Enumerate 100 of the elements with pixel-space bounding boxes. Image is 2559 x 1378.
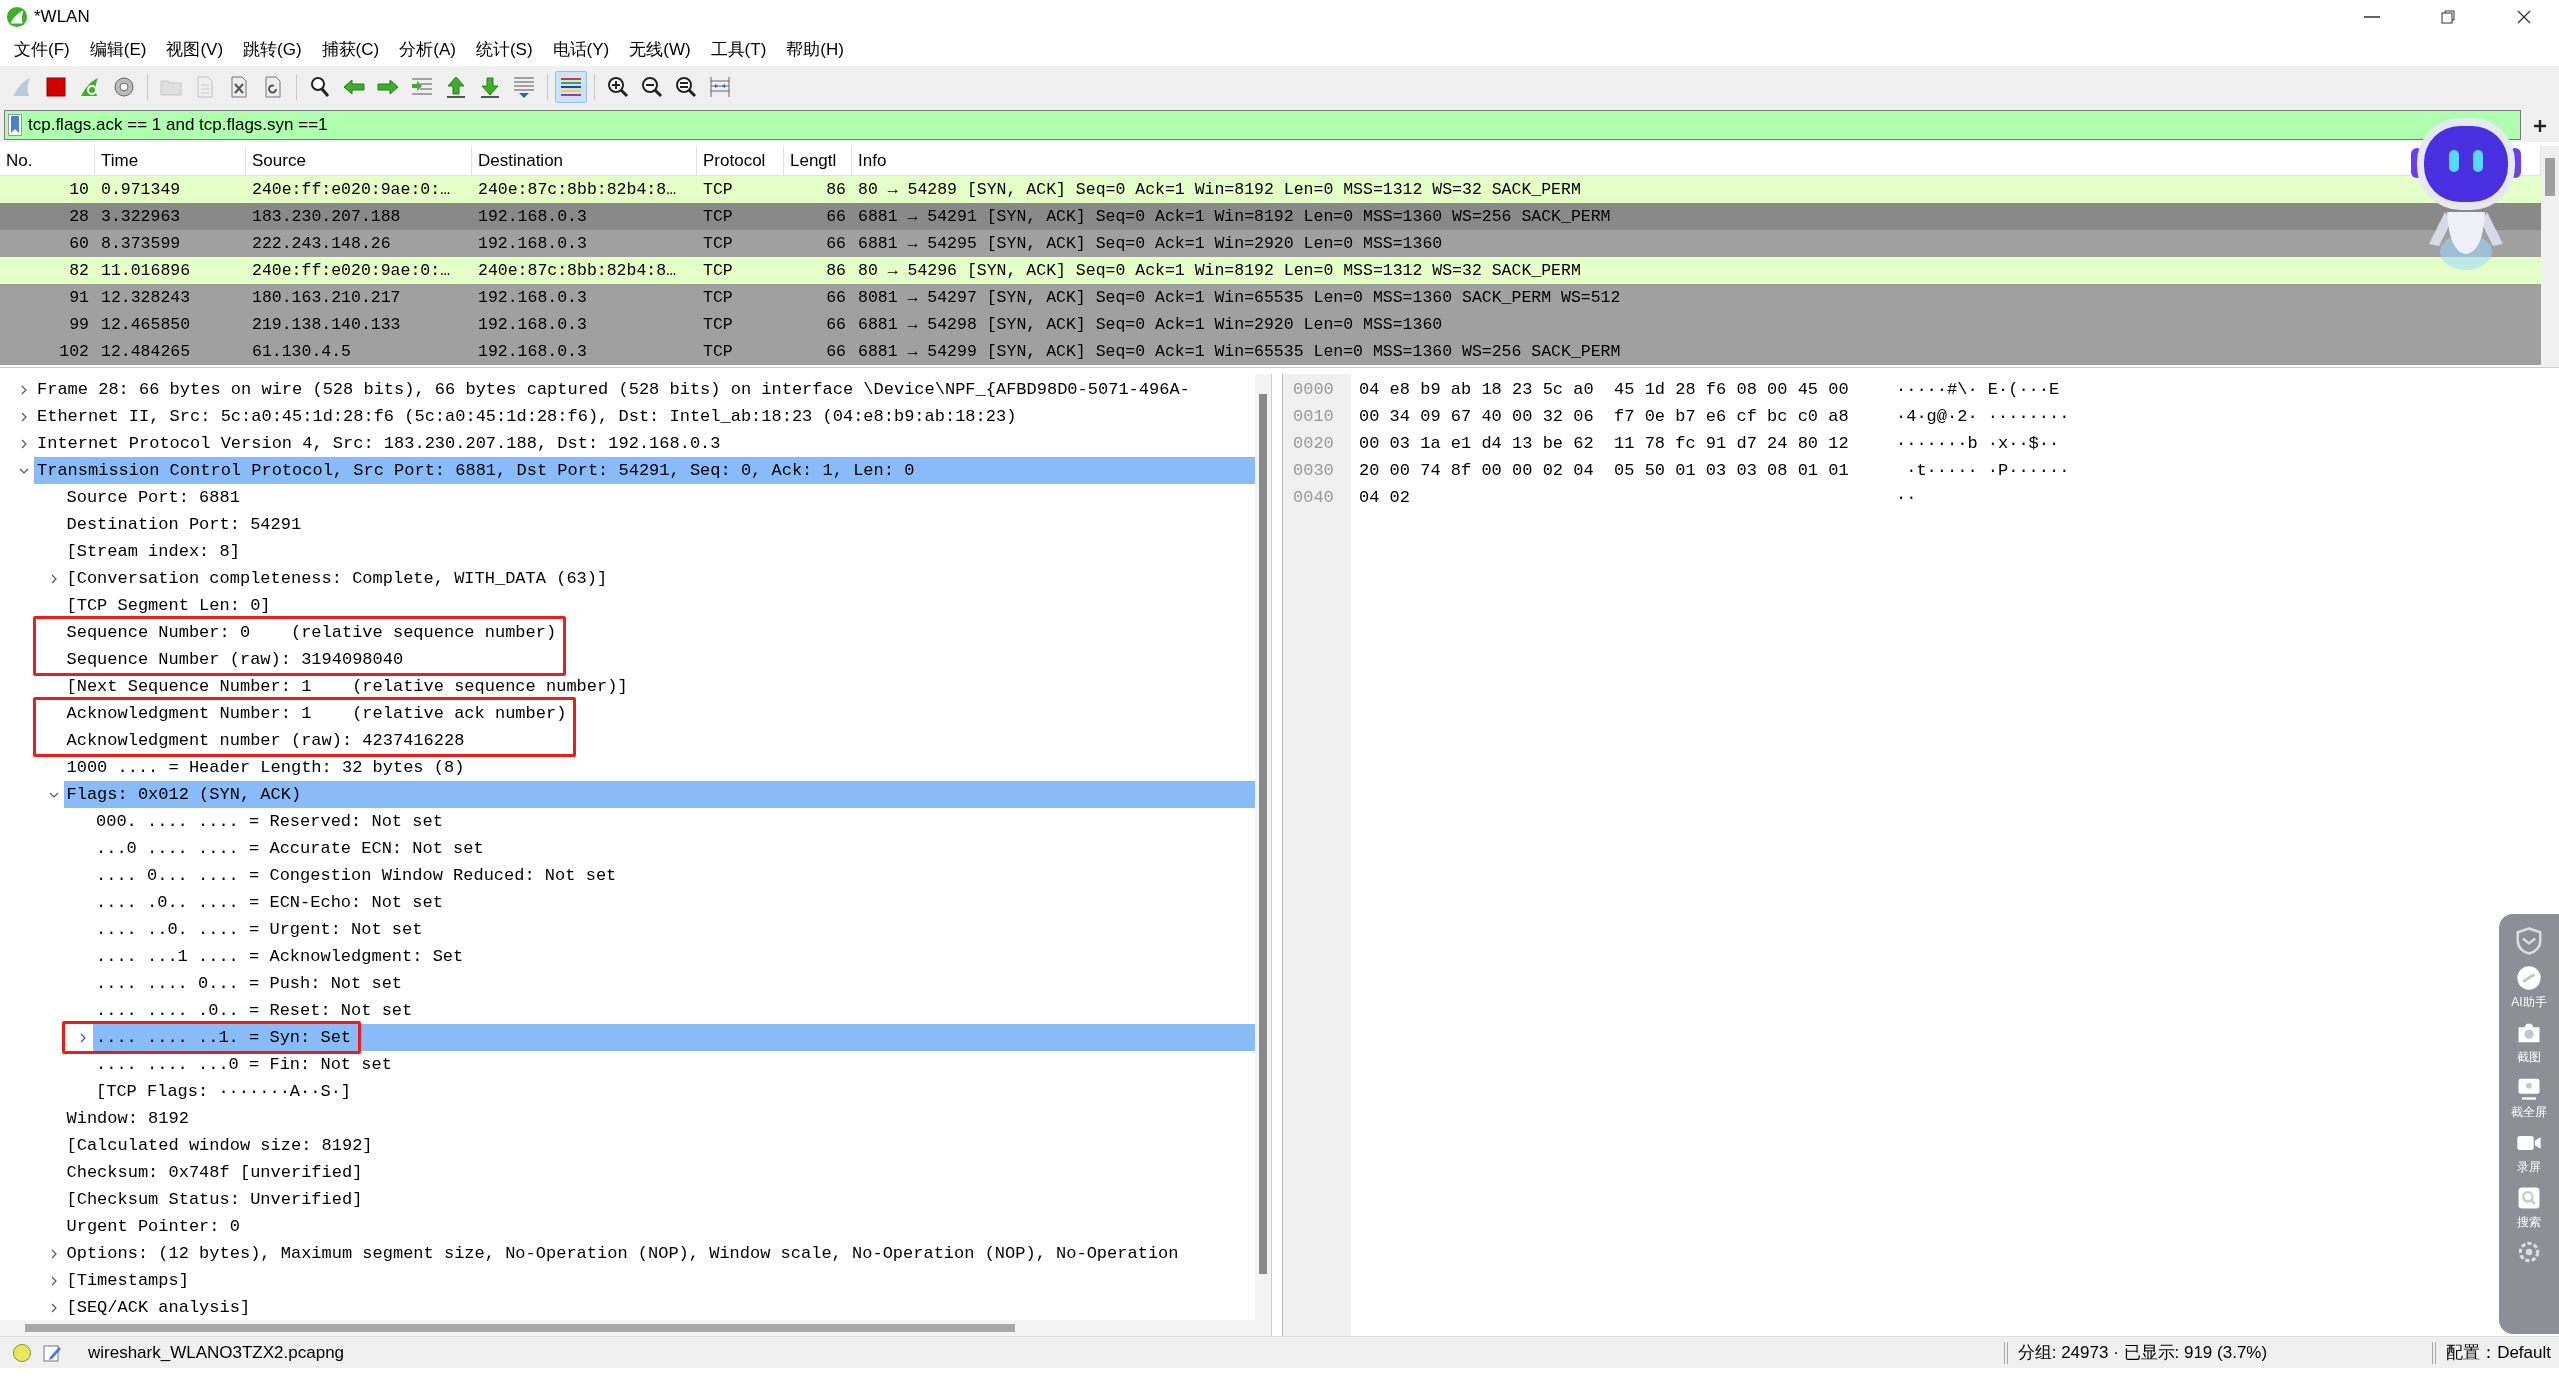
- tree-item[interactable]: Flags: 0x012 (SYN, ACK): [63, 781, 1255, 808]
- scrollbar[interactable]: [0, 1320, 1271, 1336]
- table-cell-text: 222.243.148.26: [251, 233, 392, 255]
- tree-item[interactable]: Ethernet II, Src: 5c:a0:45:1d:28:f6 (5c:a0:45:1d:28:f6), Dst: Intel_ab:18:23 (04:e8:b9:ab:18:23): [34, 403, 1255, 430]
- tree-item[interactable]: Source Port: 6881: [63, 484, 1255, 511]
- table-cell-text: 66: [825, 341, 847, 363]
- table-cell-text: 80 → 54289 [SYN, ACK] Seq=0 Ack=1 Win=8192 Len=0 MSS=1312 WS=32 SACK_PERM: [857, 179, 1582, 201]
- tree-item[interactable]: .... .... 0... = Push: Not set: [93, 970, 1255, 997]
- edit-icon[interactable]: [42, 1342, 62, 1363]
- tree-item[interactable]: Urgent Pointer: 0: [63, 1213, 1255, 1240]
- tree-item[interactable]: [Next Sequence Number: 1 (relative sequence number)]: [63, 673, 1255, 700]
- down-arrow-icon: [478, 75, 502, 99]
- tree-item[interactable]: .... ..0. .... = Urgent: Not set: [93, 916, 1255, 943]
- tree-item[interactable]: ...0 .... .... = Accurate ECN: Not set: [93, 835, 1255, 862]
- toolbar-button[interactable]: [555, 71, 587, 103]
- table-cell-text: 183.230.207.188: [251, 206, 402, 228]
- zoom-in-icon: [606, 75, 630, 99]
- packet-row[interactable]: 91 12.328243 180.163.210.217 192.168.0.3 TCP 66 8081 → 54297 [SYN, ACK] Seq=0 Ack=1 Win=65535 Len=0 MSS=1360 SACK_PERM WS=512: [0, 284, 2541, 311]
- ascii-text: ·4·g@·2· ········: [1896, 406, 2070, 428]
- tree-item[interactable]: Checksum: 0x748f [unverified]: [63, 1159, 1255, 1186]
- tree-item[interactable]: Frame 28: 66 bytes on wire (528 bits), 66 bytes captured (528 bits) on interface \Device\NPF_{AFBD98D0-5071-496A-: [34, 376, 1255, 403]
- tree-item[interactable]: Destination Port: 54291: [63, 511, 1255, 538]
- menu-item[interactable]: 跳转(G): [233, 34, 312, 65]
- packet-row[interactable]: 10 0.971349 240e:ff:e020:9ae:0:… 240e:87c:8bb:82b4:8… TCP 86 80 → 54289 [SYN, ACK] Seq=0 Ack=1 Win=8192 Len=0 MSS=1312 WS=32 SACK_PERM: [0, 176, 2541, 203]
- ascii-text: ·t····· ·P······: [1905, 460, 2070, 482]
- table-cell-text: 240e:ff:e020:9ae:0:…: [251, 260, 452, 282]
- bookmark-icon: [8, 114, 22, 136]
- tree-item[interactable]: [Stream index: 8]: [63, 538, 1255, 565]
- table-cell-text: 86: [825, 260, 847, 282]
- tree-item[interactable]: Sequence Number (raw): 3194098040: [63, 646, 1255, 673]
- hex-bytes: 20 00 74 8f 00 00 02 04 05 50 01 03 03 08 01 01: [1358, 460, 1850, 482]
- table-cell-text: 0.971349: [100, 179, 182, 201]
- menu-item[interactable]: 分析(A): [389, 34, 466, 65]
- tree-item[interactable]: Acknowledgment number (raw): 4237416228: [63, 727, 1255, 754]
- menu-item[interactable]: 捕获(C): [311, 34, 390, 65]
- ascii-text: ··: [1896, 487, 1917, 509]
- tree-item[interactable]: [Checksum Status: Unverified]: [63, 1186, 1255, 1213]
- scrollbar[interactable]: [1255, 374, 1271, 1320]
- table-cell-text: 11.016896: [100, 260, 192, 282]
- tree-item[interactable]: .... .... ..1. = Syn: Set: [93, 1024, 1255, 1051]
- table-cell-text: 12.484265: [100, 341, 192, 363]
- tree-item[interactable]: .... .... ...0 = Fin: Not set: [93, 1051, 1255, 1078]
- minimize-icon: [2364, 15, 2380, 18]
- table-cell-text: TCP: [702, 206, 734, 228]
- table-cell-text: 60: [68, 233, 90, 255]
- packet-row[interactable]: 102 12.484265 61.130.4.5 192.168.0.3 TCP 66 6881 → 54299 [SYN, ACK] Seq=0 Ack=1 Win=65535 Len=0 MSS=1360 WS=256 SACK_PERM: [0, 338, 2541, 365]
- packet-row[interactable]: 28 3.322963 183.230.207.188 192.168.0.3 TCP 66 6881 → 54291 [SYN, ACK] Seq=0 Ack=1 Win=8192 Len=0 MSS=1360 WS=256 SACK_PERM: [0, 203, 2541, 230]
- tree-item[interactable]: Acknowledgment Number: 1 (relative ack number): [63, 700, 1255, 727]
- tree-item[interactable]: .... ...1 .... = Acknowledgment: Set: [93, 943, 1255, 970]
- table-cell-text: 192.168.0.3: [477, 233, 588, 255]
- table-cell-text: 10: [68, 179, 90, 201]
- table-cell-text: TCP: [702, 179, 734, 201]
- table-cell-text: TCP: [702, 260, 734, 282]
- tree-item[interactable]: Internet Protocol Version 4, Src: 183.230.207.188, Dst: 192.168.0.3: [34, 430, 1255, 457]
- packet-row[interactable]: 60 8.373599 222.243.148.26 192.168.0.3 TCP 66 6881 → 54295 [SYN, ACK] Seq=0 Ack=1 Win=2920 Len=0 MSS=1360: [0, 230, 2541, 257]
- window-title: *WLAN: [34, 5, 90, 28]
- table-cell-text: 80 → 54296 [SYN, ACK] Seq=0 Ack=1 Win=8192 Len=0 MSS=1312 WS=32 SACK_PERM: [857, 260, 1582, 282]
- packet-row[interactable]: 99 12.465850 219.138.140.133 192.168.0.3 TCP 66 6881 → 54298 [SYN, ACK] Seq=0 Ack=1 Win=2920 Len=0 MSS=1360: [0, 311, 2541, 338]
- tree-item[interactable]: 1000 .... = Header Length: 32 bytes (8): [63, 754, 1255, 781]
- tree-item[interactable]: 000. .... .... = Reserved: Not set: [93, 808, 1255, 835]
- tree-item[interactable]: .... .... .0.. = Reset: Not set: [93, 997, 1255, 1024]
- status-dot-icon[interactable]: [12, 1342, 32, 1363]
- tree-item[interactable]: .... 0... .... = Congestion Window Reduced: Not set: [93, 862, 1255, 889]
- tree-item[interactable]: Options: (12 bytes), Maximum segment size, No-Operation (NOP), Window scale, No-Operation (NOP), No-Operation: [63, 1240, 1255, 1267]
- hex-bytes: 04 e8 b9 ab 18 23 5c a0 45 1d 28 f6 08 00 45 00: [1358, 379, 1850, 401]
- table-cell-text: 91: [68, 287, 90, 309]
- tree-item[interactable]: [Timestamps]: [63, 1267, 1255, 1294]
- zoom-out-icon: [640, 75, 664, 99]
- table-cell-text: 86: [825, 179, 847, 201]
- tree-item[interactable]: Sequence Number: 0 (relative sequence number): [63, 619, 1255, 646]
- table-cell-text: TCP: [702, 287, 734, 309]
- menu-item[interactable]: 编辑(E): [79, 34, 157, 65]
- menu-item[interactable]: 统计(S): [465, 34, 543, 65]
- tree-item[interactable]: Window: 8192: [63, 1105, 1255, 1132]
- table-cell-text: 192.168.0.3: [477, 287, 588, 309]
- ascii-text: ·····#\· E·(···E: [1896, 379, 2060, 401]
- settings-icon: [112, 75, 136, 99]
- tree-item[interactable]: [TCP Segment Len: 0]: [63, 592, 1255, 619]
- tree-item[interactable]: Transmission Control Protocol, Src Port: 6881, Dst Port: 54291, Seq: 0, Ack: 1, Len: 0: [34, 457, 1255, 484]
- tree-item[interactable]: .... .0.. .... = ECN-Echo: Not set: [93, 889, 1255, 916]
- tree-item[interactable]: [Calculated window size: 8192]: [63, 1132, 1255, 1159]
- restore-icon: [2440, 8, 2456, 25]
- menu-item[interactable]: 工具(T): [700, 34, 777, 65]
- menu-item[interactable]: 电话(Y): [542, 34, 620, 65]
- hex-bytes: 04 02: [1358, 487, 1411, 509]
- menu-item[interactable]: 无线(W): [619, 34, 701, 65]
- menu-item[interactable]: 视图(V): [156, 34, 234, 65]
- table-cell-text: 66: [825, 287, 847, 309]
- offset-label: 0000: [1292, 379, 1334, 401]
- menu-item[interactable]: 帮助(H): [776, 34, 854, 65]
- packet-row[interactable]: 82 11.016896 240e:ff:e020:9ae:0:… 240e:87c:8bb:82b4:8… TCP 86 80 → 54296 [SYN, ACK] Seq=0 Ack=1 Win=8192 Len=0 MSS=1312 WS=32 SACK_PERM: [0, 257, 2541, 284]
- scrollbar[interactable]: [2541, 146, 2559, 367]
- table-cell-text: 8081 → 54297 [SYN, ACK] Seq=0 Ack=1 Win=65535 Len=0 MSS=1360 SACK_PERM WS=512: [857, 287, 1622, 309]
- tree-item[interactable]: [SEQ/ACK analysis]: [63, 1294, 1255, 1320]
- profile-label: 配置：Default: [2446, 1341, 2551, 1364]
- table-cell-text: 219.138.140.133: [251, 314, 402, 336]
- tree-item[interactable]: [TCP Flags: ·······A··S·]: [93, 1078, 1255, 1105]
- menu-item[interactable]: 文件(F): [4, 34, 80, 65]
- resize-columns-icon: [708, 75, 732, 99]
- tree-item[interactable]: [Conversation completeness: Complete, WITH_DATA (63)]: [63, 565, 1255, 592]
